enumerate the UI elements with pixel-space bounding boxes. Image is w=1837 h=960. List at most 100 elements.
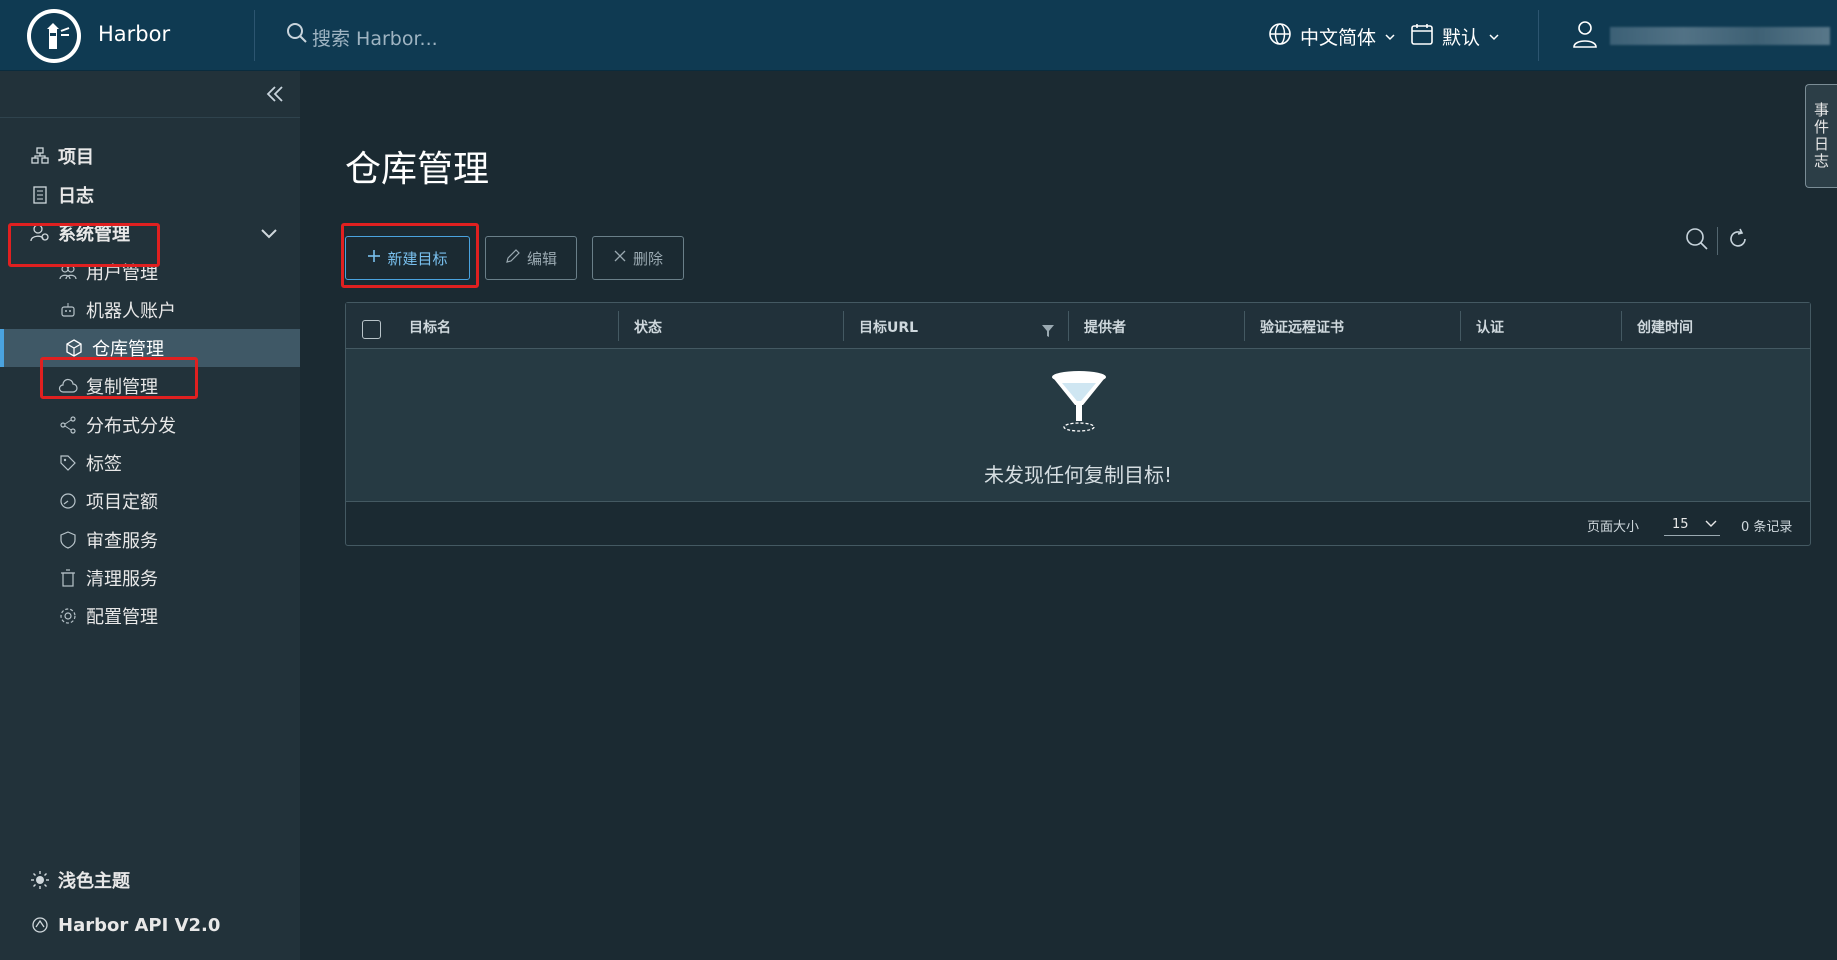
user-menu[interactable]	[1572, 20, 1830, 52]
edit-button[interactable]: 编辑	[485, 236, 577, 280]
sidebar-item-gc[interactable]: 清理服务	[0, 559, 300, 597]
sidebar-item-logs[interactable]: 日志	[0, 176, 300, 214]
language-selector[interactable]: 中文简体	[1268, 22, 1396, 51]
pencil-icon	[505, 248, 521, 268]
column-header-created[interactable]: 创建时间	[1637, 317, 1693, 337]
sidebar-item-label: 项目定额	[86, 492, 158, 513]
sidebar-item-label: 仓库管理	[92, 339, 164, 360]
gear-icon	[56, 604, 80, 628]
theme-label: 默认	[1442, 27, 1481, 49]
chevron-down-icon	[1384, 26, 1396, 48]
sidebar-item-robot-accounts[interactable]: 机器人账户	[0, 291, 300, 329]
grid-footer: 页面大小 15 0 条记录	[346, 501, 1810, 545]
column-separator[interactable]	[1068, 311, 1069, 341]
language-label: 中文简体	[1300, 27, 1377, 49]
share-icon	[56, 413, 80, 437]
sidebar-item-label: 系统管理	[58, 224, 130, 245]
search-icon[interactable]	[1685, 227, 1709, 255]
collapse-sidebar-icon[interactable]	[264, 83, 286, 109]
chevron-down-icon[interactable]	[260, 224, 278, 247]
projects-icon	[28, 144, 52, 168]
cube-icon	[62, 336, 86, 360]
chevron-down-icon	[1705, 517, 1717, 533]
empty-filter-icon	[1050, 369, 1108, 439]
sidebar: 项目 日志 系统管理 用户管理 机器人账户 仓库管理 复制管理 分布式分发 标签…	[0, 71, 300, 960]
column-separator[interactable]	[1460, 311, 1461, 341]
sidebar-item-label: 复制管理	[86, 377, 158, 398]
global-search-input[interactable]: 搜索 Harbor...	[312, 24, 438, 51]
sidebar-item-label: 机器人账户	[86, 301, 176, 322]
page-title: 仓库管理	[345, 149, 490, 190]
column-separator[interactable]	[1244, 311, 1245, 341]
page-size-value: 15	[1672, 517, 1689, 532]
new-target-label: 新建目标	[387, 250, 448, 268]
filter-icon[interactable]	[1041, 323, 1055, 342]
column-header-provider[interactable]: 提供者	[1084, 317, 1126, 337]
sidebar-item-distributions[interactable]: 分布式分发	[0, 406, 300, 444]
cloud-icon	[56, 374, 80, 398]
sidebar-item-quotas[interactable]: 项目定额	[0, 482, 300, 520]
sidebar-item-configuration[interactable]: 配置管理	[0, 597, 300, 635]
trash-icon	[56, 566, 80, 590]
column-separator[interactable]	[1621, 311, 1622, 341]
sidebar-item-labels[interactable]: 标签	[0, 444, 300, 482]
harbor-api-link[interactable]: Harbor API V2.0	[0, 906, 300, 944]
robot-icon	[56, 298, 80, 322]
sidebar-divider	[0, 117, 300, 118]
column-header-url[interactable]: 目标URL	[859, 317, 918, 337]
search-icon[interactable]	[286, 22, 308, 48]
harbor-api-label: Harbor API V2.0	[58, 914, 221, 936]
sidebar-item-label: 清理服务	[86, 569, 158, 590]
username-redacted	[1610, 27, 1830, 45]
plus-icon	[367, 249, 381, 267]
delete-button[interactable]: 删除	[592, 236, 684, 280]
app-title[interactable]: Harbor	[98, 22, 170, 46]
sidebar-item-label: 用户管理	[86, 263, 158, 284]
sun-icon	[28, 868, 52, 892]
column-separator[interactable]	[618, 311, 619, 341]
grid-header: 目标名 状态 目标URL 提供者 验证远程证书 认证 创建时间	[346, 303, 1810, 349]
chevron-down-icon	[1488, 26, 1500, 48]
sidebar-item-registries[interactable]: 仓库管理	[0, 329, 300, 367]
sidebar-item-replications[interactable]: 复制管理	[0, 367, 300, 405]
sidebar-item-label: 审查服务	[86, 531, 158, 552]
light-theme-toggle[interactable]: 浅色主题	[0, 861, 300, 899]
sidebar-item-label: 配置管理	[86, 607, 158, 628]
column-separator[interactable]	[843, 311, 844, 341]
sidebar-item-label: 日志	[58, 186, 94, 207]
close-icon	[613, 249, 627, 267]
tag-icon	[56, 451, 80, 475]
sidebar-item-label: 分布式分发	[86, 416, 176, 437]
new-target-button[interactable]: 新建目标	[345, 236, 470, 280]
theme-selector[interactable]: 默认	[1410, 22, 1500, 51]
registry-datagrid: 目标名 状态 目标URL 提供者 验证远程证书 认证 创建时间 未发现任何复制目…	[345, 302, 1811, 546]
column-header-verify-cert[interactable]: 验证远程证书	[1260, 317, 1344, 337]
event-log-tab[interactable]: 事件日志	[1805, 84, 1837, 188]
header-divider	[254, 10, 255, 61]
api-icon	[28, 913, 52, 937]
column-header-name[interactable]: 目标名	[409, 317, 451, 337]
column-header-status[interactable]: 状态	[634, 317, 662, 337]
sidebar-item-admin[interactable]: 系统管理	[0, 214, 300, 252]
sidebar-item-projects[interactable]: 项目	[0, 137, 300, 175]
top-header: Harbor 搜索 Harbor... 中文简体 默认	[0, 0, 1837, 71]
edit-label: 编辑	[526, 250, 557, 268]
light-theme-label: 浅色主题	[58, 871, 130, 892]
refresh-icon[interactable]	[1726, 227, 1750, 255]
select-all-checkbox[interactable]	[362, 320, 381, 339]
globe-icon	[1268, 22, 1292, 51]
sidebar-item-label: 标签	[86, 454, 122, 475]
calendar-icon	[1410, 22, 1434, 51]
column-header-auth[interactable]: 认证	[1476, 317, 1504, 337]
page-size-label: 页面大小	[1587, 520, 1640, 535]
event-log-label: 事件日志	[1812, 102, 1830, 170]
page-size-select[interactable]: 15	[1664, 514, 1720, 536]
users-icon	[56, 260, 80, 284]
sidebar-item-scanners[interactable]: 审查服务	[0, 521, 300, 559]
record-count: 0 条记录	[1741, 520, 1793, 535]
delete-label: 删除	[632, 250, 663, 268]
grid-empty-placeholder: 未发现任何复制目标!	[346, 349, 1810, 501]
harbor-logo[interactable]	[27, 9, 81, 63]
empty-message: 未发现任何复制目标!	[983, 463, 1173, 487]
sidebar-item-users[interactable]: 用户管理	[0, 253, 300, 291]
